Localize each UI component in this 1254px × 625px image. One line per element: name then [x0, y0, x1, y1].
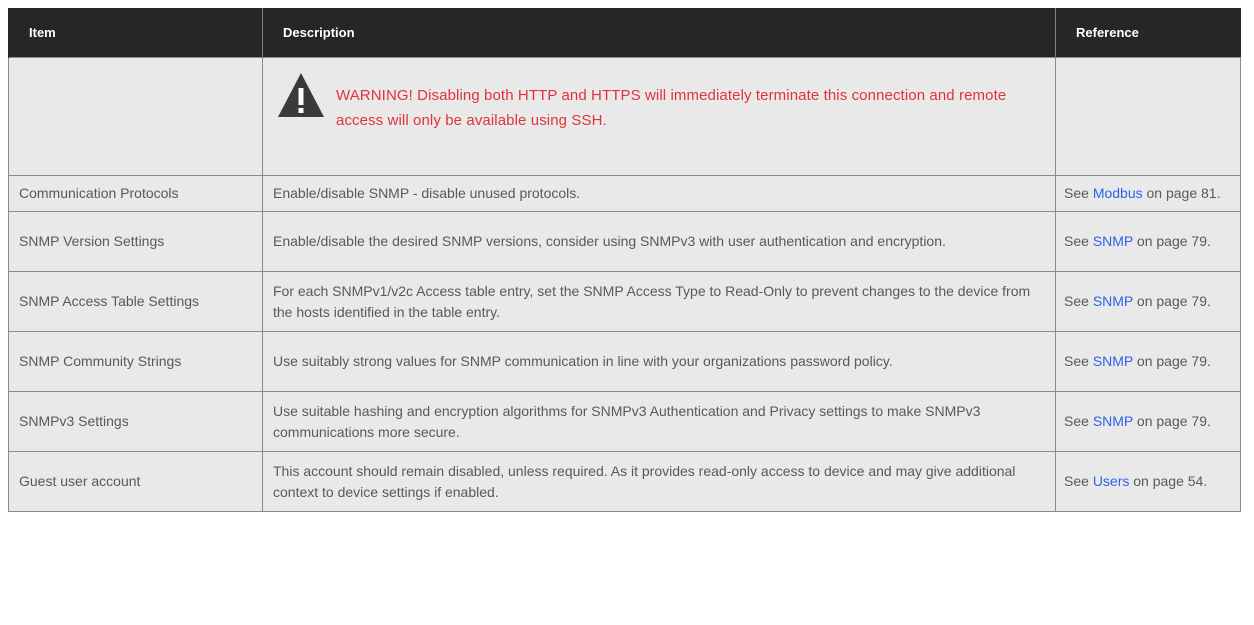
snmp-link[interactable]: SNMP — [1093, 413, 1133, 429]
row-item: SNMP Access Table Settings — [8, 271, 263, 332]
row-item: Communication Protocols — [8, 175, 263, 212]
table-row: SNMPv3 Settings Use suitable hashing and… — [8, 391, 1241, 452]
row-item: SNMP Version Settings — [8, 211, 263, 272]
ref-prefix: See — [1064, 185, 1093, 201]
warning-callout: WARNING! Disabling both HTTP and HTTPS w… — [277, 72, 1045, 133]
row-description: Use suitable hashing and encryption algo… — [262, 391, 1056, 452]
ref-prefix: See — [1064, 293, 1093, 309]
row-reference: See Users on page 54. — [1055, 451, 1241, 512]
row-description: Enable/disable SNMP - disable unused pro… — [262, 175, 1056, 212]
ref-suffix: on page 54. — [1129, 473, 1208, 489]
row-description: Enable/disable the desired SNMP versions… — [262, 211, 1056, 272]
row-reference: See SNMP on page 79. — [1055, 331, 1241, 392]
warning-item-cell — [8, 57, 263, 176]
ref-suffix: on page 79. — [1133, 353, 1211, 369]
table-row: Communication Protocols Enable/disable S… — [8, 175, 1241, 212]
row-reference: See SNMP on page 79. — [1055, 271, 1241, 332]
row-description: This account should remain disabled, unl… — [262, 451, 1056, 512]
snmp-link[interactable]: SNMP — [1093, 293, 1133, 309]
table-row: SNMP Access Table Settings For each SNMP… — [8, 271, 1241, 332]
ref-suffix: on page 79. — [1133, 413, 1211, 429]
table-header-row: Item Description Reference — [8, 8, 1241, 58]
ref-suffix: on page 79. — [1133, 293, 1211, 309]
ref-suffix: on page 81. — [1142, 185, 1221, 201]
ref-prefix: See — [1064, 473, 1093, 489]
row-description: For each SNMPv1/v2c Access table entry, … — [262, 271, 1056, 332]
row-item: SNMPv3 Settings — [8, 391, 263, 452]
header-reference: Reference — [1055, 8, 1241, 58]
warning-row: WARNING! Disabling both HTTP and HTTPS w… — [8, 57, 1241, 176]
row-item: SNMP Community Strings — [8, 331, 263, 392]
ref-prefix: See — [1064, 233, 1093, 249]
table-row: SNMP Community Strings Use suitably stro… — [8, 331, 1241, 392]
settings-table: Item Description Reference WARNING! Disa… — [8, 8, 1241, 512]
row-reference: See Modbus on page 81. — [1055, 175, 1241, 212]
row-item: Guest user account — [8, 451, 263, 512]
table-row: SNMP Version Settings Enable/disable the… — [8, 211, 1241, 272]
row-reference: See SNMP on page 79. — [1055, 211, 1241, 272]
row-description: Use suitably strong values for SNMP comm… — [262, 331, 1056, 392]
header-item: Item — [8, 8, 263, 58]
snmp-link[interactable]: SNMP — [1093, 353, 1133, 369]
table-row: Guest user account This account should r… — [8, 451, 1241, 512]
snmp-link[interactable]: SNMP — [1093, 233, 1133, 249]
warning-description-cell: WARNING! Disabling both HTTP and HTTPS w… — [262, 57, 1056, 176]
users-link[interactable]: Users — [1093, 473, 1130, 489]
modbus-link[interactable]: Modbus — [1093, 185, 1143, 201]
warning-triangle-icon — [278, 73, 324, 117]
warning-text: WARNING! Disabling both HTTP and HTTPS w… — [336, 87, 1007, 129]
ref-prefix: See — [1064, 413, 1093, 429]
row-reference: See SNMP on page 79. — [1055, 391, 1241, 452]
header-description: Description — [262, 8, 1056, 58]
ref-suffix: on page 79. — [1133, 233, 1211, 249]
warning-reference-cell — [1055, 57, 1241, 176]
ref-prefix: See — [1064, 353, 1093, 369]
